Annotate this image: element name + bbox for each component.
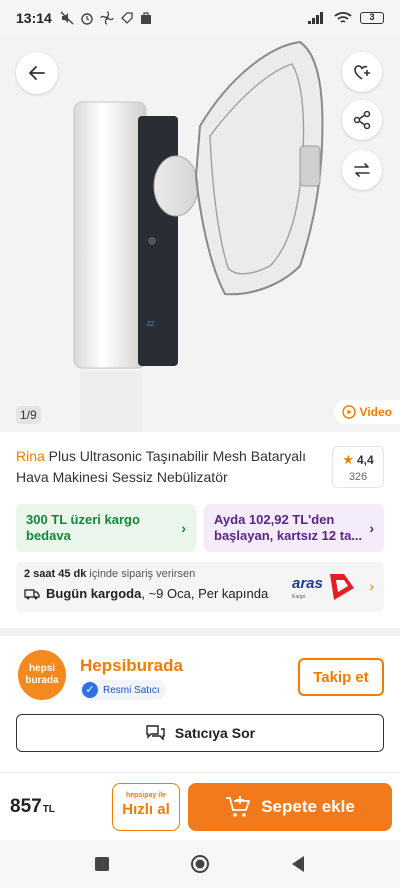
back-button[interactable] — [16, 52, 58, 94]
play-circle-icon — [341, 405, 356, 419]
system-nav-bar — [0, 840, 400, 888]
back-triangle-icon[interactable] — [290, 855, 306, 873]
add-to-cart-label: Sepete ekle — [261, 797, 355, 816]
review-count: 326 — [348, 470, 368, 483]
wifi-icon — [334, 11, 352, 23]
countdown-time: 2 saat 45 dk — [24, 568, 87, 580]
official-seller-badge: ✓ Resmi Satıcı — [80, 680, 166, 700]
swap-icon — [354, 163, 370, 177]
ask-seller-button[interactable]: Satıcıya Sor — [16, 714, 384, 752]
carrier-name: aras — [292, 575, 323, 592]
truck-icon — [24, 588, 40, 599]
purchase-bar: 857TL hepsipay ile Hızlı al Sepete ekle — [0, 772, 400, 840]
signal-icon — [308, 12, 323, 24]
chevron-right-icon: › — [369, 578, 374, 594]
seller-logo-text: hepsi burada — [25, 663, 58, 687]
ask-seller-label: Satıcıya Sor — [174, 725, 256, 741]
installment-text: Ayda 102,92 TL'den başlayan, kartsız 12 … — [214, 512, 363, 543]
status-bar: 13:14 3 — [0, 0, 400, 36]
chevron-right-icon: › — [369, 520, 374, 536]
video-button[interactable]: Video — [333, 400, 400, 424]
add-to-cart-button[interactable]: Sepete ekle — [188, 783, 392, 831]
shipping-text: Bugün kargoda, ~9 Oca, Per kapında — [46, 586, 268, 601]
carrier-tagline: Kargo — [292, 594, 306, 600]
home-button-icon[interactable] — [190, 854, 210, 874]
seller-section: hepsi burada Hepsiburada ✓ Resmi Satıcı T… — [16, 650, 384, 704]
svg-text:ZZ: ZZ — [147, 322, 155, 328]
arrow-left-icon — [29, 66, 45, 80]
recents-button-icon[interactable] — [94, 856, 110, 872]
countdown-text: içinde sipariş verirsen — [86, 568, 196, 580]
image-page-indicator: 1/9 — [16, 406, 41, 424]
follow-seller-button[interactable]: Takip et — [298, 658, 384, 696]
share-button[interactable] — [342, 100, 382, 140]
rating-value: 4,4 — [356, 452, 374, 467]
quick-buy-button[interactable]: hepsipay ile Hızlı al — [112, 783, 180, 831]
product-title-row: Rina Plus Ultrasonic Taşınabilir Mesh Ba… — [16, 446, 384, 488]
battery-icon: 3 — [360, 12, 384, 24]
product-brand[interactable]: Rina — [16, 448, 45, 464]
status-icons-left — [60, 11, 152, 25]
promo-row: 300 TL üzeri kargo bedava › Ayda 102,92 … — [16, 504, 384, 552]
verified-check-icon: ✓ — [82, 682, 98, 698]
compare-button[interactable] — [342, 150, 382, 190]
share-icon — [353, 110, 371, 130]
price-currency: TL — [42, 803, 55, 815]
alarm-icon — [81, 13, 93, 25]
ship-date: , ~9 Oca, Per kapında — [141, 586, 269, 601]
cart-add-icon — [226, 796, 251, 817]
quick-buy-label: Hızlı al — [122, 801, 170, 818]
product-name: Plus Ultrasonic Taşınabilir Mesh Batarya… — [16, 448, 306, 485]
tag-icon — [120, 12, 133, 24]
heart-add-icon — [354, 65, 370, 80]
free-shipping-promo[interactable]: 300 TL üzeri kargo bedava › — [16, 504, 196, 552]
video-label: Video — [359, 405, 392, 419]
chat-bubble-icon — [146, 725, 165, 741]
seller-logo[interactable]: hepsi burada — [18, 650, 66, 700]
rating-box[interactable]: ★ 4,4 326 — [332, 446, 384, 488]
chevron-right-icon: › — [181, 520, 186, 536]
seller-logo-line2: burada — [25, 675, 59, 686]
status-time: 13:14 — [16, 10, 52, 26]
section-divider — [0, 628, 400, 636]
installment-promo[interactable]: Ayda 102,92 TL'den başlayan, kartsız 12 … — [204, 504, 384, 552]
star-icon: ★ — [342, 451, 354, 467]
delivery-info[interactable]: 2 saat 45 dk içinde sipariş verirsen Bug… — [16, 562, 384, 612]
product-image-gallery[interactable]: ZZ 1/9 Video — [0, 36, 400, 432]
aras-kargo-logo: aras Kargo — [292, 574, 354, 600]
bag-icon — [140, 12, 151, 24]
price: 857TL — [10, 796, 55, 818]
quick-buy-provider: hepsipay ile — [125, 792, 167, 799]
product-image: ZZ — [73, 40, 324, 432]
mute-icon — [60, 11, 74, 25]
status-icons-right: 3 — [308, 11, 384, 25]
free-shipping-text: 300 TL üzeri kargo bedava — [26, 512, 140, 543]
seller-name[interactable]: Hepsiburada — [80, 656, 183, 676]
ship-today: Bugün kargoda — [46, 586, 142, 601]
product-title: Rina Plus Ultrasonic Taşınabilir Mesh Ba… — [16, 446, 316, 488]
fan-icon — [100, 11, 114, 25]
official-seller-label: Resmi Satıcı — [103, 684, 160, 696]
price-value: 857 — [10, 795, 42, 817]
favorite-button[interactable] — [342, 52, 382, 92]
rating-score: ★ 4,4 — [342, 452, 373, 468]
seller-logo-line1: hepsi — [28, 663, 56, 674]
